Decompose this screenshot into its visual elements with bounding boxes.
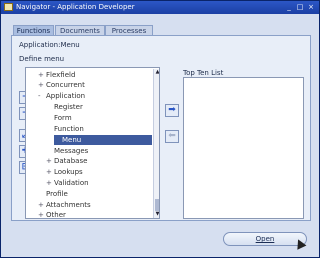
tree-item-lookups[interactable]: + Lookups [46,167,83,177]
scroll-up-icon[interactable]: ▲ [154,69,159,76]
tree-item-register[interactable]: Register [46,102,83,112]
scroll-thumb[interactable] [155,199,159,211]
tree-item-validation[interactable]: + Validation [46,178,89,188]
maximize-button[interactable]: □ [295,3,305,12]
tree-item-function[interactable]: Function [46,124,84,134]
define-menu-label: Define menu [19,55,65,63]
tree-item-application[interactable]: - Application [38,91,85,101]
remove-from-top-ten-button[interactable]: ⬅ [165,130,179,143]
minimize-button[interactable]: _ [284,3,294,12]
tree-item-menu[interactable]: Menu [54,135,152,145]
app-icon [4,3,13,11]
function-tree[interactable]: + Flexfield + Concurrent - Application Regi… [25,67,160,219]
open-button-label: Open [255,235,275,243]
tree-scrollbar[interactable]: ▲ ▼ [153,69,159,218]
title-bar[interactable]: Navigator - Application Developer _ □ × [1,1,319,14]
tree-item-flexfield[interactable]: + Flexfield [38,70,75,80]
navigator-window: Navigator - Application Developer _ □ × … [0,0,320,258]
close-button[interactable]: × [306,3,316,12]
window-title: Navigator - Application Developer [16,3,135,11]
tree-item-database[interactable]: + Database [46,156,87,166]
tree-item-concurrent[interactable]: + Concurrent [38,80,85,90]
tree-item-profile[interactable]: Profile [38,189,68,199]
scroll-down-icon[interactable]: ▼ [154,211,159,218]
tree-item-messages[interactable]: Messages [46,146,88,156]
top-ten-list[interactable] [183,77,304,219]
add-to-top-ten-button[interactable]: ➡ [165,104,179,117]
top-ten-label: Top Ten List [183,69,224,77]
tree-item-form[interactable]: Form [46,113,72,123]
breadcrumb: Application:Menu [19,41,80,49]
tree-item-attachments[interactable]: + Attachments [38,200,91,210]
tree-item-other[interactable]: + Other [38,210,66,218]
